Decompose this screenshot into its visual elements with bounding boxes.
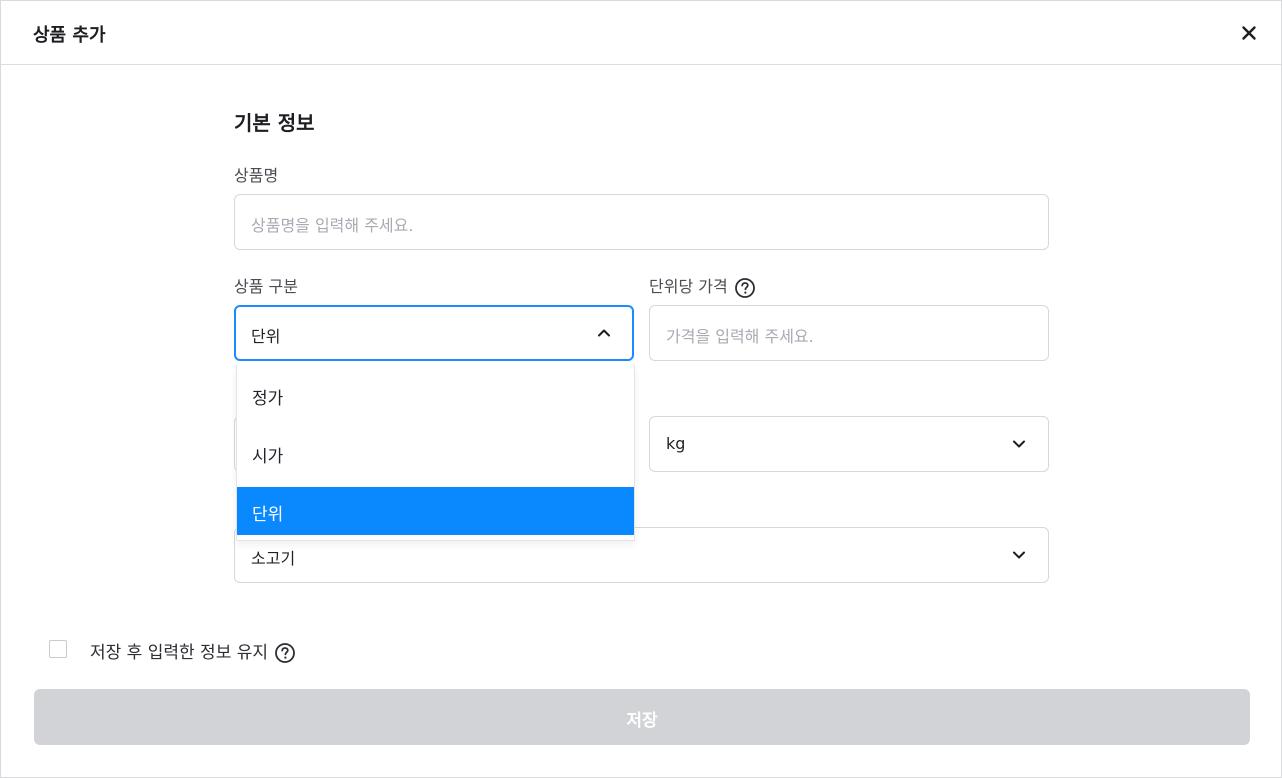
- dropdown-option-label: 시가: [252, 447, 284, 467]
- save-button[interactable]: 저장: [34, 689, 1250, 745]
- keep-info-label-row: 저장 후 입력한 정보 유지: [90, 638, 296, 664]
- close-icon: [1242, 26, 1256, 40]
- product-name-input[interactable]: 상품명을 입력해 주세요.: [234, 194, 1049, 250]
- dropdown-option-label: 단위: [252, 505, 284, 525]
- keep-info-checkbox[interactable]: [49, 640, 67, 658]
- unit-price-placeholder: 가격을 입력해 주세요.: [666, 327, 814, 346]
- dialog-header: 상품 추가: [1, 1, 1281, 65]
- dropdown-option-unit[interactable]: 단위: [237, 487, 634, 535]
- keep-info-label: 저장 후 입력한 정보 유지: [90, 643, 269, 663]
- dropdown-option-label: 정가: [252, 389, 284, 409]
- dropdown-option-market-price[interactable]: 시가: [237, 429, 634, 477]
- unit-price-input[interactable]: 가격을 입력해 주세요.: [649, 305, 1049, 361]
- help-icon[interactable]: [734, 277, 756, 299]
- product-type-select[interactable]: 단위: [234, 305, 634, 361]
- section-title-basic-info: 기본 정보: [234, 111, 315, 135]
- product-add-dialog: 상품 추가 기본 정보 상품명 상품명을 입력해 주세요. 상품 구분 단위당 …: [0, 0, 1282, 778]
- product-name-placeholder: 상품명을 입력해 주세요.: [251, 216, 414, 235]
- unit-select-value: kg: [666, 434, 686, 453]
- help-icon[interactable]: [274, 642, 296, 664]
- product-type-dropdown: 정가 시가 단위: [236, 365, 635, 541]
- unit-select[interactable]: kg: [649, 416, 1049, 472]
- chevron-down-icon: [1013, 440, 1025, 448]
- close-button[interactable]: [1237, 21, 1261, 45]
- product-type-select-value: 단위: [251, 327, 281, 346]
- chevron-up-icon: [598, 329, 610, 337]
- dropdown-option-fixed-price[interactable]: 정가: [237, 371, 634, 419]
- unit-price-label: 단위당 가격: [649, 277, 728, 296]
- product-name-label: 상품명: [234, 166, 279, 185]
- product-type-label: 상품 구분: [234, 277, 298, 296]
- chevron-down-icon: [1013, 551, 1025, 559]
- category-select-value: 소고기: [251, 549, 296, 568]
- save-button-label: 저장: [626, 711, 658, 730]
- dialog-title: 상품 추가: [33, 25, 106, 46]
- unit-price-label-row: 단위당 가격: [649, 273, 756, 299]
